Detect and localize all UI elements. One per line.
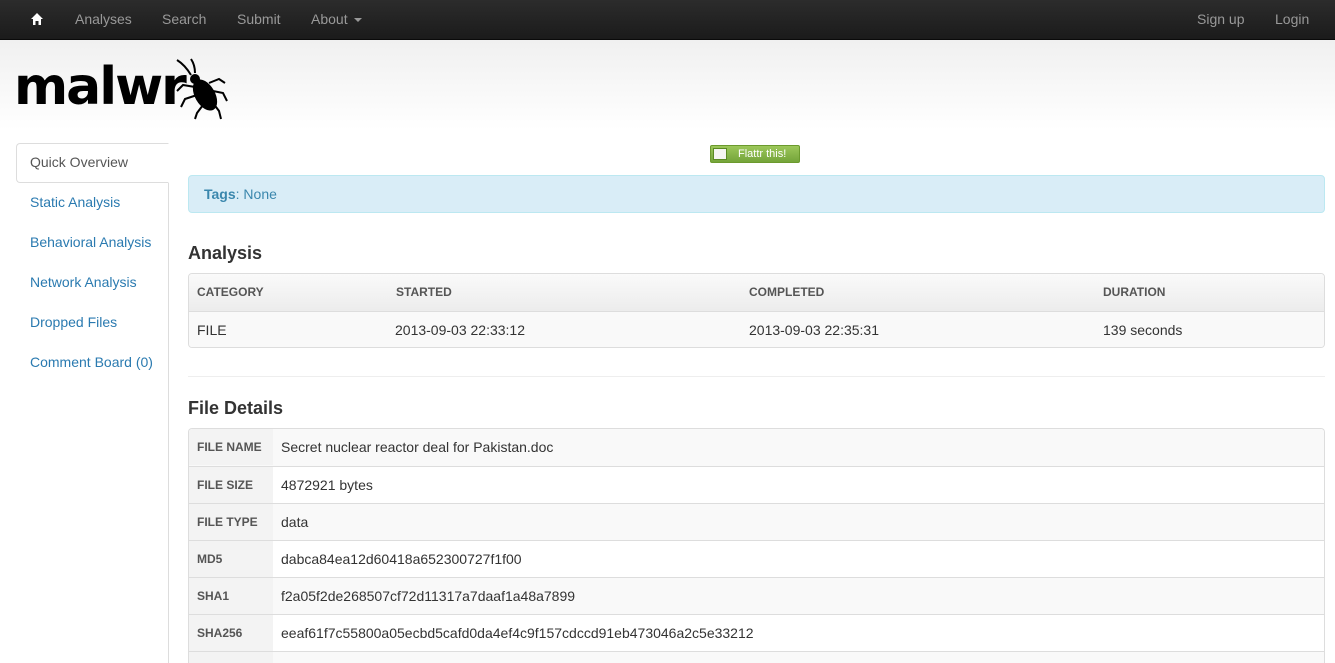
top-navbar: Analyses Search Submit About Sign up Log… (0, 0, 1335, 40)
nav-about[interactable]: About (311, 0, 362, 40)
table-row: SHA1 f2a05f2de268507cf72d11317a7daaf1a48… (189, 577, 1324, 614)
sidebar-item-dropped-files[interactable]: Dropped Files (16, 303, 169, 343)
label-next-row (189, 652, 273, 663)
nav-analyses[interactable]: Analyses (75, 0, 132, 40)
tags-alert: Tags: None (188, 175, 1325, 213)
header-completed: COMPLETED (749, 285, 825, 299)
cell-completed: 2013-09-03 22:35:31 (749, 322, 879, 338)
value-md5: dabca84ea12d60418a652300727f1f00 (281, 551, 522, 567)
sidebar-item-comment-board[interactable]: Comment Board (0) (16, 343, 169, 383)
value-file-type: data (281, 514, 309, 530)
file-details-table: FILE NAME Secret nuclear reactor deal fo… (188, 428, 1325, 663)
table-row: MD5 dabca84ea12d60418a652300727f1f00 (189, 540, 1324, 577)
table-row: FILE SIZE 4872921 bytes (189, 466, 1324, 503)
analysis-heading: Analysis (188, 243, 263, 263)
table-row (189, 651, 1324, 663)
nav-sign-up[interactable]: Sign up (1197, 0, 1244, 40)
label-sha1: SHA1 (189, 578, 273, 614)
value-sha256: eeaf61f7c55800a05ecbd5cafd0da4ef4c9f157c… (281, 625, 754, 641)
table-row: FILE TYPE data (189, 503, 1324, 540)
nav-submit[interactable]: Submit (237, 0, 281, 40)
flattr-label: Flattr this! (738, 148, 787, 160)
flattr-icon (713, 148, 727, 160)
cell-started: 2013-09-03 22:33:12 (395, 322, 525, 338)
nav-search[interactable]: Search (162, 0, 206, 40)
flattr-button[interactable]: Flattr this! (710, 145, 800, 163)
chevron-down-icon (353, 18, 362, 23)
sidebar-nav: Quick Overview Static Analysis Behaviora… (16, 143, 169, 663)
header-duration: DURATION (1103, 285, 1166, 299)
analysis-table: CATEGORY STARTED COMPLETED DURATION FILE… (188, 273, 1325, 348)
bug-icon (176, 58, 228, 120)
home-icon[interactable] (30, 12, 44, 26)
tags-label: Tags (204, 186, 236, 202)
label-file-type: FILE TYPE (189, 504, 273, 540)
header-started: STARTED (396, 285, 452, 299)
sidebar-item-behavioral-analysis[interactable]: Behavioral Analysis (16, 223, 169, 263)
label-sha256: SHA256 (189, 615, 273, 651)
label-md5: MD5 (189, 541, 273, 577)
analysis-header-row: CATEGORY STARTED COMPLETED DURATION (189, 274, 1324, 311)
label-file-size: FILE SIZE (189, 467, 273, 503)
logo-text[interactable]: malwr (14, 57, 187, 117)
cell-duration: 139 seconds (1103, 322, 1183, 338)
sidebar-item-quick-overview[interactable]: Quick Overview (16, 143, 169, 183)
file-details-heading: File Details (188, 398, 284, 418)
table-row: SHA256 eeaf61f7c55800a05ecbd5cafd0da4ef4… (189, 614, 1324, 651)
table-row: FILE 2013-09-03 22:33:12 2013-09-03 22:3… (189, 311, 1324, 347)
value-file-name: Secret nuclear reactor deal for Pakistan… (281, 439, 554, 455)
value-sha1: f2a05f2de268507cf72d11317a7daaf1a48a7899 (281, 588, 576, 604)
section-divider (188, 376, 1325, 377)
value-file-size: 4872921 bytes (281, 477, 373, 493)
sidebar-item-static-analysis[interactable]: Static Analysis (16, 183, 169, 223)
label-file-name: FILE NAME (189, 429, 273, 465)
sidebar-item-network-analysis[interactable]: Network Analysis (16, 263, 169, 303)
tags-value: : None (235, 186, 277, 202)
nav-about-label: About (311, 11, 348, 27)
table-row: FILE NAME Secret nuclear reactor deal fo… (189, 429, 1324, 466)
header-category: CATEGORY (197, 285, 264, 299)
cell-category: FILE (197, 322, 227, 338)
nav-login[interactable]: Login (1275, 0, 1309, 40)
